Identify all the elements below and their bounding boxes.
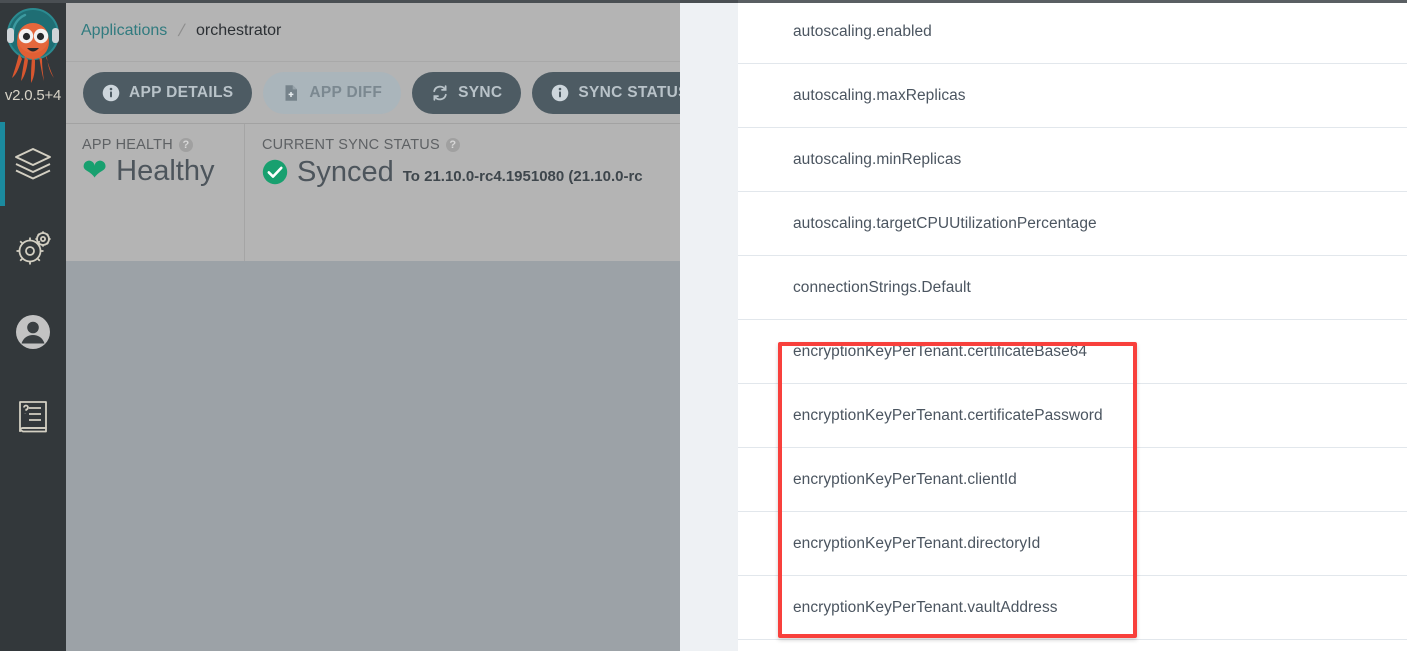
app-diff-button-label: APP DIFF <box>309 83 383 101</box>
breadcrumb-applications-link[interactable]: Applications <box>81 22 167 40</box>
panel-backdrop-strip[interactable] <box>680 0 738 651</box>
sidebar-item-settings[interactable] <box>0 206 66 290</box>
parameter-name: autoscaling.maxReplicas <box>793 86 966 104</box>
parameter-name: encryptionKeyPerTenant.certificatePasswo… <box>793 406 1103 424</box>
app-diff-button[interactable]: APP DIFF <box>263 71 402 114</box>
sync-status-value: Synced <box>297 156 394 188</box>
list-item[interactable]: connectionStrings.Default <box>738 256 1407 320</box>
app-health-value-row: ❤ Healthy <box>82 155 244 188</box>
sync-status-button[interactable]: SYNC STATUS <box>532 71 680 114</box>
app-health-caption: APP HEALTH <box>82 137 173 153</box>
layers-icon <box>13 144 53 184</box>
list-item[interactable]: encryptionKeyPerTenant.clientId <box>738 448 1407 512</box>
app-details-button-label: APP DETAILS <box>129 83 234 101</box>
current-sync-status-cell: CURRENT SYNC STATUS ? Synced To 21.10.0-… <box>244 124 680 261</box>
parameter-name: autoscaling.enabled <box>793 23 932 40</box>
parameter-name: autoscaling.minReplicas <box>793 150 962 168</box>
argocd-application-screen: v2.0.5+4 Applications / orchestrator APP… <box>0 0 1407 651</box>
gear-icon <box>13 228 53 268</box>
parameter-name: encryptionKeyPerTenant.vaultAddress <box>793 598 1058 616</box>
list-item[interactable]: encryptionKeyPerTenant.certificatePasswo… <box>738 384 1407 448</box>
sync-button[interactable]: SYNC <box>412 71 522 114</box>
app-health-value: Healthy <box>116 155 215 187</box>
application-main-area: Applications / orchestrator APP DETAILS … <box>66 0 680 651</box>
breadcrumb-separator: / <box>176 20 187 40</box>
parameters-list: autoscaling.enabled autoscaling.maxRepli… <box>738 0 1407 640</box>
parameter-name: connectionStrings.Default <box>793 278 971 296</box>
book-icon <box>14 397 52 435</box>
help-icon[interactable]: ? <box>445 138 460 152</box>
sync-status-value-row: Synced To 21.10.0-rc4.1951080 (21.10.0-r… <box>262 155 680 189</box>
panel-top-edge <box>738 0 1407 3</box>
check-circle-icon <box>262 159 288 190</box>
app-status-strip: APP HEALTH ? ❤ Healthy CURRENT SYNC STAT… <box>66 124 680 265</box>
sync-status-caption: CURRENT SYNC STATUS <box>262 137 440 153</box>
sidebar-item-applications[interactable] <box>0 122 66 206</box>
file-diff-icon <box>282 84 300 102</box>
list-item[interactable]: encryptionKeyPerTenant.directoryId <box>738 512 1407 576</box>
user-icon <box>13 312 53 352</box>
heart-icon: ❤ <box>82 154 108 187</box>
list-item[interactable]: autoscaling.minReplicas <box>738 128 1407 192</box>
argo-octopus-logo-icon <box>5 4 61 88</box>
parameter-name: autoscaling.targetCPUUtilizationPercenta… <box>793 214 1097 232</box>
sync-status-caption-row: CURRENT SYNC STATUS ? <box>262 137 680 153</box>
parameters-panel: autoscaling.enabled autoscaling.maxRepli… <box>738 0 1407 651</box>
sync-button-label: SYNC <box>458 83 503 101</box>
list-item[interactable]: autoscaling.maxReplicas <box>738 64 1407 128</box>
sync-status-button-label: SYNC STATUS <box>578 83 680 101</box>
sidebar-item-documentation[interactable] <box>0 374 66 458</box>
parameter-name: encryptionKeyPerTenant.certificateBase64 <box>793 342 1088 360</box>
list-item[interactable]: autoscaling.targetCPUUtilizationPercenta… <box>738 192 1407 256</box>
parameter-name: encryptionKeyPerTenant.directoryId <box>793 534 1041 552</box>
sync-icon <box>431 84 449 102</box>
sync-status-revision: To 21.10.0-rc4.1951080 (21.10.0-rc <box>402 168 643 185</box>
app-health-caption-row: APP HEALTH ? <box>82 137 244 153</box>
app-toolbar: APP DETAILS APP DIFF SYNC SYNC STATUS <box>66 62 680 124</box>
sidebar-item-user-info[interactable] <box>0 290 66 374</box>
info-icon <box>102 84 120 102</box>
left-nav-rail: v2.0.5+4 <box>0 0 66 651</box>
list-item[interactable]: encryptionKeyPerTenant.vaultAddress <box>738 576 1407 640</box>
parameter-name: encryptionKeyPerTenant.clientId <box>793 470 1017 488</box>
breadcrumb: Applications / orchestrator <box>66 0 680 62</box>
app-logo[interactable]: v2.0.5+4 <box>0 0 66 122</box>
info-icon <box>551 84 569 102</box>
version-label: v2.0.5+4 <box>4 87 62 104</box>
help-icon[interactable]: ? <box>178 138 193 152</box>
app-details-button[interactable]: APP DETAILS <box>83 71 253 114</box>
list-item[interactable]: encryptionKeyPerTenant.certificateBase64 <box>738 320 1407 384</box>
breadcrumb-current-app: orchestrator <box>196 21 282 39</box>
list-item[interactable]: autoscaling.enabled <box>738 0 1407 64</box>
app-health-cell: APP HEALTH ? ❤ Healthy <box>66 124 244 261</box>
